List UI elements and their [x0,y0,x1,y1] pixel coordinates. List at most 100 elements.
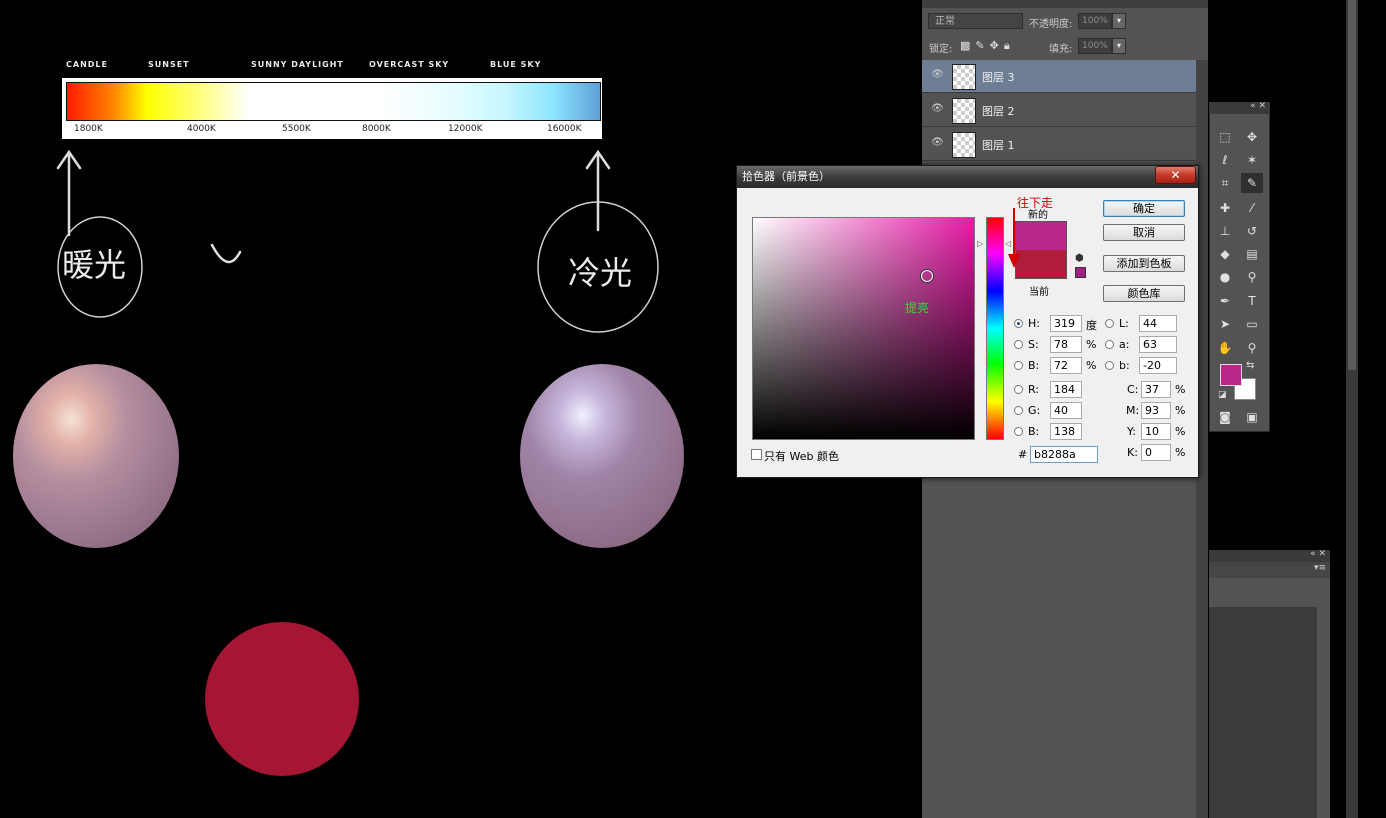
brightness-label: B: [1028,359,1040,372]
hand-tool-icon[interactable]: ✋ [1214,338,1236,358]
close-button[interactable]: ✕ [1155,166,1196,184]
saturation-radio[interactable] [1014,340,1023,349]
lab-a-label: a: [1119,338,1130,351]
hue-slider-left-arrow[interactable]: ▷ [977,239,983,248]
color-field-marker[interactable] [921,270,933,282]
lab-b-input[interactable]: -20 [1139,357,1177,374]
kelvin-label: 16000K [547,124,582,134]
hex-input[interactable]: b8288a [1030,446,1098,463]
saturation-input[interactable]: 78 [1050,336,1082,353]
current-color-swatch[interactable] [1015,250,1067,279]
degree-unit: 度 [1086,319,1097,332]
marquee-tool-icon[interactable]: ⬚ [1214,127,1236,147]
lab-l-label: L: [1119,317,1129,330]
hue-slider[interactable] [986,217,1004,440]
quick-mask-icon[interactable]: ◙ [1214,407,1236,427]
blur-tool-icon[interactable]: ● [1214,267,1236,287]
fill-dropdown[interactable]: ▾ [1112,38,1126,54]
blue-radio[interactable] [1014,427,1023,436]
cancel-button[interactable]: 取消 [1103,224,1185,241]
kelvin-label: 5500K [282,124,311,134]
lab-l-radio[interactable] [1105,319,1114,328]
color-picker-title[interactable]: 拾色器（前景色） [737,166,1198,188]
opacity-input[interactable]: 100% [1078,13,1112,29]
hue-input[interactable]: 319 [1050,315,1082,332]
move-tool-icon[interactable]: ✥ [1241,127,1263,147]
healing-brush-tool-icon[interactable]: ✚ [1214,198,1236,218]
swap-colors-icon[interactable]: ⇆ [1246,360,1254,371]
new-color-swatch [1015,221,1067,250]
brightness-radio[interactable] [1014,361,1023,370]
layer-row-2[interactable]: 👁︎ 图层 2 [922,94,1196,127]
red-input[interactable]: 184 [1050,381,1082,398]
blue-input[interactable]: 138 [1050,423,1082,440]
foreground-color-swatch[interactable] [1220,364,1242,386]
dodge-tool-icon[interactable]: ⚲ [1241,267,1263,287]
secondary-panel-header[interactable]: « ✕ [1209,549,1330,562]
opacity-dropdown[interactable]: ▾ [1112,13,1126,29]
panel-menu-icon[interactable]: ▾≡ [1314,563,1326,573]
eraser-tool-icon[interactable]: ◆ [1214,244,1236,264]
eye-icon[interactable]: 👁︎ [931,69,944,81]
red-radio[interactable] [1014,385,1023,394]
color-field[interactable] [752,217,975,440]
lab-b-radio[interactable] [1105,361,1114,370]
eye-icon[interactable]: 👁︎ [931,137,944,149]
hue-field-row: H: 319 度 [1014,315,1104,332]
kelvin-label: 8000K [362,124,391,134]
lab-a-input[interactable]: 63 [1139,336,1177,353]
web-colors-only-checkbox[interactable] [751,449,762,460]
magenta-input[interactable]: 93 [1141,402,1171,419]
brightness-input[interactable]: 72 [1050,357,1082,374]
pen-tool-icon[interactable]: ✒ [1214,291,1236,311]
brush-tool-icon[interactable]: ⁄ [1241,198,1263,218]
default-colors-icon[interactable]: ◪ [1218,390,1227,400]
color-temperature-gradient [66,82,601,121]
eye-icon[interactable]: 👁︎ [931,103,944,115]
crop-tool-icon[interactable]: ⌗ [1214,173,1236,193]
path-selection-tool-icon[interactable]: ➤ [1214,314,1236,334]
yellow-input[interactable]: 10 [1141,423,1171,440]
layer-thumbnail [952,64,976,90]
clone-stamp-tool-icon[interactable]: ⊥ [1214,221,1236,241]
kelvin-label: 4000K [187,124,216,134]
collapse-close-icon[interactable]: « ✕ [1250,101,1266,111]
history-brush-tool-icon[interactable]: ↺ [1241,221,1263,241]
out-of-web-gamut-cube-icon[interactable]: ⬢ [1075,253,1086,264]
fill-input[interactable]: 100% [1078,38,1112,54]
layer-row-3[interactable]: 👁︎ 图层 3 [922,60,1196,93]
type-tool-icon[interactable]: T [1241,291,1263,311]
lab-l-input[interactable]: 44 [1139,315,1177,332]
eyedropper-tool-icon[interactable]: ✎ [1241,173,1263,193]
collapse-close-icon[interactable]: « ✕ [1310,549,1326,559]
rectangle-tool-icon[interactable]: ▭ [1241,314,1263,334]
lock-icons[interactable]: ▩✎✥🔒︎ [960,39,1015,53]
cool-light-sphere [520,364,684,548]
green-input[interactable]: 40 [1050,402,1082,419]
ok-button[interactable]: 确定 [1103,200,1185,217]
lab-a-radio[interactable] [1105,340,1114,349]
black-input[interactable]: 0 [1141,444,1171,461]
color-libraries-button[interactable]: 颜色库 [1103,285,1185,302]
percent-unit: % [1175,446,1186,459]
cyan-input[interactable]: 37 [1141,381,1171,398]
tools-panel-header[interactable]: « ✕ [1209,101,1270,114]
web-colors-only-label: 只有 Web 颜色 [764,450,839,463]
green-radio[interactable] [1014,406,1023,415]
add-to-swatches-button[interactable]: 添加到色板 [1103,255,1185,272]
hue-radio[interactable] [1014,319,1023,328]
zoom-tool-icon[interactable]: ⚲ [1241,338,1263,358]
gradient-tool-icon[interactable]: ▤ [1241,244,1263,264]
magic-wand-tool-icon[interactable]: ✶ [1241,150,1263,170]
screen-mode-icon[interactable]: ▣ [1241,407,1263,427]
cyan-label: C: [1127,383,1139,396]
web-safe-color-swatch[interactable] [1075,267,1086,278]
blend-mode-select[interactable]: 正常 [928,13,1023,29]
saturation-label: S: [1028,338,1039,351]
secondary-panel-body [1209,607,1317,818]
layer-row-1[interactable]: 👁︎ 图层 1 [922,128,1196,161]
window-scrollbar-thumb[interactable] [1348,0,1356,370]
red-label: R: [1028,383,1040,396]
red-field-row: R: 184 [1014,381,1094,398]
lasso-tool-icon[interactable]: ℓ [1214,150,1236,170]
